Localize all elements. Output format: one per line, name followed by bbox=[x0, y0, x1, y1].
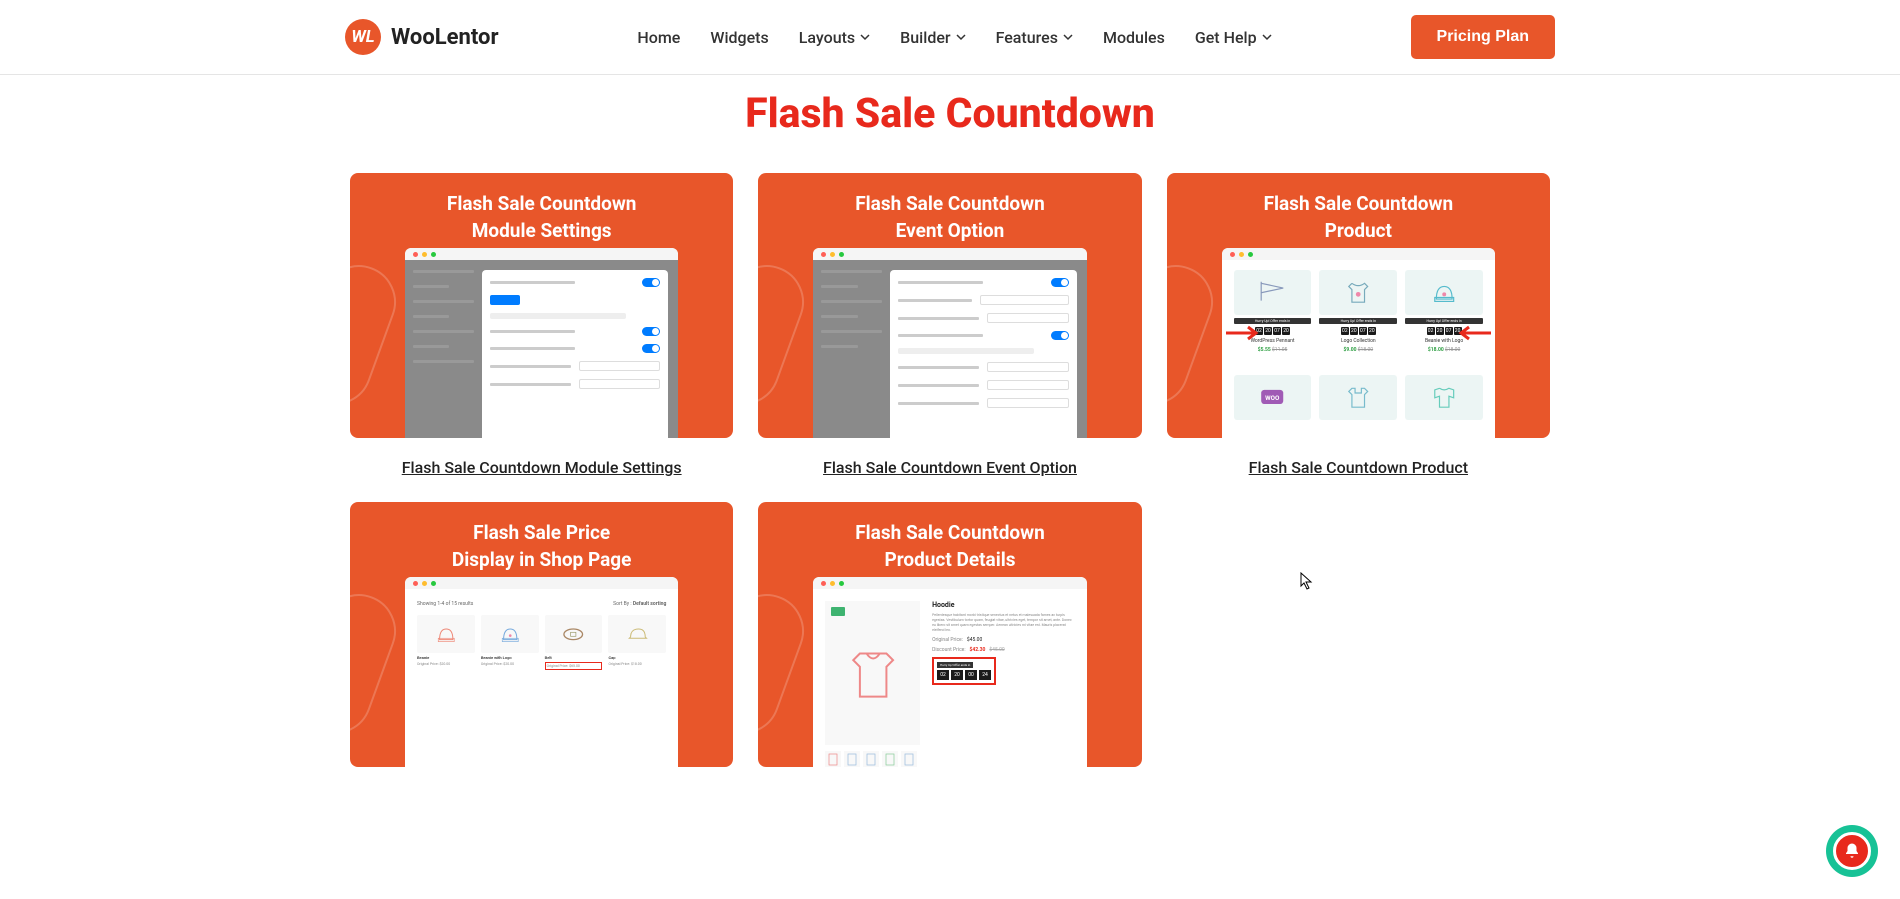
bell-icon bbox=[1833, 832, 1871, 870]
main-nav: Home Widgets Layouts Builder Features Mo… bbox=[637, 28, 1271, 47]
nav-modules[interactable]: Modules bbox=[1103, 28, 1165, 47]
chevron-down-icon bbox=[956, 32, 966, 42]
chevron-down-icon bbox=[860, 32, 870, 42]
nav-home[interactable]: Home bbox=[637, 28, 680, 47]
badge-icon bbox=[831, 607, 845, 616]
card-caption[interactable]: Flash Sale Countdown Product bbox=[1167, 458, 1550, 477]
card-preview[interactable]: Flash Sale Price Display in Shop Page Sh… bbox=[350, 502, 733, 767]
page-content: Flash Sale Countdown Flash Sale Countdow… bbox=[320, 0, 1580, 767]
card-preview[interactable]: Flash Sale Countdown Product Details bbox=[758, 502, 1141, 767]
card-title: Flash Sale Countdown Event Option bbox=[758, 173, 1141, 244]
mock-window: Showing 1-4 of 15 results Sort By : Defa… bbox=[405, 577, 678, 767]
site-header: WL WooLentor Home Widgets Layouts Builde… bbox=[0, 0, 1900, 75]
mock-window: Hurry Up! Offer ends in02200720WordPress… bbox=[1222, 248, 1495, 438]
card-preview[interactable]: Flash Sale Countdown Product Hurry Up! O… bbox=[1167, 173, 1550, 438]
arrow-icon bbox=[1224, 323, 1264, 343]
nav-get-help[interactable]: Get Help bbox=[1195, 28, 1272, 47]
header-inner: WL WooLentor Home Widgets Layouts Builde… bbox=[325, 0, 1575, 74]
card-caption[interactable]: Flash Sale Countdown Event Option bbox=[758, 458, 1141, 477]
card-shop-page: Flash Sale Price Display in Shop Page Sh… bbox=[350, 502, 733, 767]
chevron-down-icon bbox=[1262, 32, 1272, 42]
mock-window: Hoodie Pellentesque habitant morbi trist… bbox=[813, 577, 1086, 767]
card-title: Flash Sale Price Display in Shop Page bbox=[350, 502, 733, 573]
mock-window bbox=[405, 248, 678, 438]
mock-window bbox=[813, 248, 1086, 438]
logo-text: WooLentor bbox=[391, 25, 499, 50]
product-image bbox=[825, 601, 920, 745]
logo-mark: WL bbox=[345, 19, 381, 55]
card-product: Flash Sale Countdown Product Hurry Up! O… bbox=[1167, 173, 1550, 477]
product-desc: Pellentesque habitant morbi tristique se… bbox=[932, 613, 1075, 633]
results-text: Showing 1-4 of 15 results bbox=[417, 601, 473, 607]
product-title: Hoodie bbox=[932, 601, 1075, 609]
svg-text:WOO: WOO bbox=[1265, 394, 1280, 402]
card-grid: Flash Sale Countdown Module Settings bbox=[320, 173, 1580, 767]
card-event-option: Flash Sale Countdown Event Option bbox=[758, 173, 1141, 477]
card-title: Flash Sale Countdown Module Settings bbox=[350, 173, 733, 244]
countdown-box: Hurry Up! Offer ends in 02 20 00 24 bbox=[932, 657, 996, 685]
nav-layouts[interactable]: Layouts bbox=[799, 28, 870, 47]
card-caption[interactable]: Flash Sale Countdown Module Settings bbox=[350, 458, 733, 477]
arrow-icon bbox=[1453, 323, 1493, 343]
nav-features[interactable]: Features bbox=[996, 28, 1073, 47]
card-product-details: Flash Sale Countdown Product Details bbox=[758, 502, 1141, 767]
logo[interactable]: WL WooLentor bbox=[345, 19, 499, 55]
card-preview[interactable]: Flash Sale Countdown Module Settings bbox=[350, 173, 733, 438]
card-module-settings: Flash Sale Countdown Module Settings bbox=[350, 173, 733, 477]
card-title: Flash Sale Countdown Product Details bbox=[758, 502, 1141, 573]
chevron-down-icon bbox=[1063, 32, 1073, 42]
page-title: Flash Sale Countdown bbox=[320, 90, 1580, 138]
card-title: Flash Sale Countdown Product bbox=[1167, 173, 1550, 244]
pricing-plan-button[interactable]: Pricing Plan bbox=[1411, 15, 1555, 59]
nav-widgets[interactable]: Widgets bbox=[710, 28, 768, 47]
nav-builder[interactable]: Builder bbox=[900, 28, 965, 47]
notification-fab[interactable] bbox=[1826, 825, 1878, 877]
card-preview[interactable]: Flash Sale Countdown Event Option bbox=[758, 173, 1141, 438]
